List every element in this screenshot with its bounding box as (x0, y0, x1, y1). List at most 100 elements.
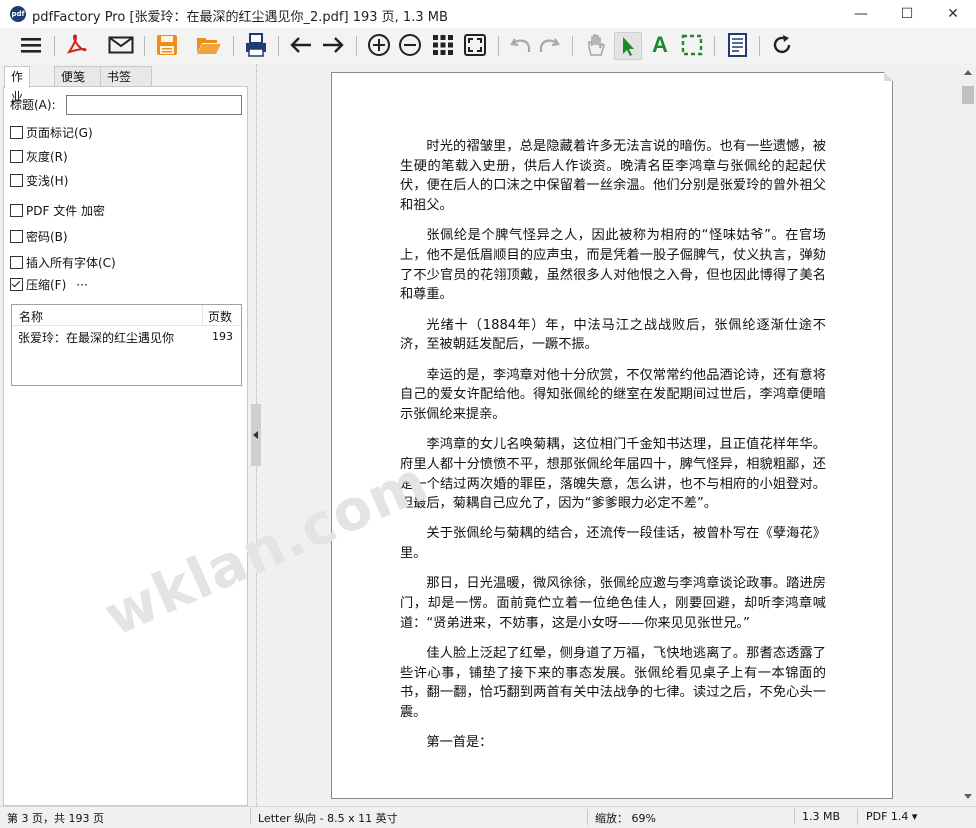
toolbar-separator (498, 36, 499, 56)
forward-arrow-icon[interactable] (320, 32, 346, 58)
option-label: 页面标记(G) (26, 126, 93, 140)
panel-splitter[interactable] (250, 64, 264, 806)
job-list: 名称 页数 张爱玲：在最深的红尘遇见你 193 (11, 304, 242, 386)
option-label: 灰度(R) (26, 150, 68, 164)
column-pages[interactable]: 页数 (208, 308, 232, 325)
option-label: 变浅(H) (26, 174, 69, 188)
undo-icon[interactable] (508, 32, 534, 58)
thumbnails-icon[interactable] (430, 32, 456, 58)
option-label: 插入所有字体(C) (26, 256, 116, 270)
status-separator (587, 809, 588, 825)
scrollbar-thumb[interactable] (962, 86, 974, 104)
print-icon[interactable] (243, 32, 269, 58)
title-bar: pdf pdfFactory Pro [张爱玲：在最深的红尘遇见你_2.pdf]… (0, 0, 976, 28)
zoom-in-icon[interactable] (366, 32, 392, 58)
paragraph: 幸运的是，李鸿章对他十分欣赏，不仅常常约他品酒论诗，还有意将自己的爱女许配给他。… (400, 367, 826, 422)
column-name[interactable]: 名称 (19, 308, 43, 325)
file-size: 1.3 MB (802, 810, 841, 823)
close-button[interactable]: ✕ (930, 0, 976, 28)
paragraph: 第一首是： (426, 735, 493, 751)
document-info-icon[interactable] (725, 32, 751, 58)
option-password[interactable]: 密码(B) (10, 228, 68, 245)
paragraph: 时光的褶皱里，总是隐藏着许多无法言说的暗伤。也有一些遗憾，被生硬的笔载入史册，供… (400, 139, 826, 214)
area-select-icon[interactable] (679, 32, 705, 58)
grayscale-checkbox[interactable] (10, 150, 23, 163)
option-embed-fonts[interactable]: 插入所有字体(C) (10, 254, 116, 271)
page-marks-checkbox[interactable] (10, 126, 23, 139)
back-arrow-icon[interactable] (288, 32, 314, 58)
toolbar-separator (233, 36, 234, 56)
paragraph: 那日，日光温暖，微风徐徐，张佩纶应邀与李鸿章谈论政事。踏进房门，却是一愣。面前竟… (400, 576, 826, 631)
open-folder-icon[interactable] (196, 32, 222, 58)
pdf-icon[interactable] (63, 32, 89, 58)
paragraph: 关于张佩纶与菊耦的结合，还流传一段佳话，被曾朴写在《孽海花》里。 (400, 526, 826, 562)
column-divider[interactable] (202, 305, 203, 325)
save-icon[interactable] (154, 32, 180, 58)
fit-page-icon[interactable] (462, 32, 488, 58)
job-list-header: 名称 页数 (12, 305, 241, 326)
toolbar-separator (54, 36, 55, 56)
zoom-level[interactable]: 缩放： 69% (595, 810, 656, 826)
status-separator (857, 809, 858, 825)
window-title: pdfFactory Pro [张爱玲：在最深的红尘遇见你_2.pdf] 193… (32, 10, 448, 25)
compress-more-button[interactable]: ··· (76, 278, 87, 292)
document-name: 张爱玲：在最深的红尘遇见你 (18, 331, 175, 345)
option-grayscale[interactable]: 灰度(R) (10, 148, 68, 165)
encrypt-checkbox[interactable] (10, 204, 23, 217)
page-text: 时光的褶皱里，总是隐藏着许多无法言说的暗伤。也有一些遗憾，被生硬的笔载入史册，供… (400, 137, 826, 763)
status-bar: 第 3 页，共 193 页 Letter 纵向 - 8.5 x 11 英寸 缩放… (0, 806, 976, 828)
option-label: 密码(B) (26, 230, 68, 244)
minimize-button[interactable]: — (838, 0, 884, 28)
maximize-button[interactable]: ☐ (884, 0, 930, 28)
paper-size[interactable]: Letter 纵向 - 8.5 x 11 英寸 (258, 810, 398, 826)
paragraph: 光绪十（1884年）年，中法马江之战战败后，张佩纶逐渐仕途不济，至被朝廷发配后，… (400, 317, 826, 353)
status-separator (794, 809, 795, 825)
tab-job[interactable]: 作业 (4, 66, 31, 104)
option-compress[interactable]: 压缩(F) ··· (10, 276, 88, 293)
job-panel: 标题(A): 页面标记(G) 灰度(R) 变浅(H) PDF 文件 加密 密码(… (3, 86, 248, 806)
option-encrypt[interactable]: PDF 文件 加密 (10, 202, 105, 219)
paragraph: 张佩纶是个脾气怪异之人，因此被称为相府的“怪味姑爷”。在官场上，他不是低眉顺目的… (400, 228, 826, 303)
toolbar-separator (278, 36, 279, 56)
tab-bookmarks[interactable]: 书签 (100, 66, 152, 87)
paragraph: 佳人脸上泛起了红晕，侧身道了万福，飞快地逃离了。那耆态透露了些许心事，铺垫了接下… (400, 645, 826, 721)
menu-icon[interactable] (18, 32, 44, 58)
vertical-scrollbar[interactable] (960, 64, 976, 806)
option-lighten[interactable]: 变浅(H) (10, 172, 68, 189)
toolbar-separator (356, 36, 357, 56)
pdf-version-dropdown[interactable]: PDF 1.4 ▾ (866, 810, 917, 823)
option-label: PDF 文件 加密 (26, 204, 106, 218)
toolbar: A (0, 28, 976, 65)
text-select-icon[interactable]: A (647, 32, 673, 58)
refresh-icon[interactable] (769, 32, 795, 58)
paragraph: 李鸿章的女儿名唤菊耦，这位相门千金知书达理，且正值花样年华。府里人都十分愤愤不平… (400, 437, 826, 512)
option-page-marks[interactable]: 页面标记(G) (10, 124, 93, 141)
hand-icon[interactable] (583, 32, 609, 58)
redo-icon[interactable] (536, 32, 562, 58)
scroll-down-icon[interactable] (964, 794, 972, 799)
page-fold-corner (884, 72, 893, 81)
pdf-page[interactable]: 时光的褶皱里，总是隐藏着许多无法言说的暗伤。也有一些遗憾，被生硬的笔载入史册，供… (331, 72, 893, 799)
title-input[interactable] (66, 95, 242, 115)
collapse-panel-button[interactable] (251, 404, 261, 466)
job-sidebar: 作业 便笺 书签 标题(A): 页面标记(G) 灰度(R) 变浅(H) PDF … (0, 64, 250, 806)
password-checkbox[interactable] (10, 230, 23, 243)
embed-fonts-checkbox[interactable] (10, 256, 23, 269)
scroll-up-icon[interactable] (964, 70, 972, 75)
document-viewer[interactable]: 时光的褶皱里，总是隐藏着许多无法言说的暗伤。也有一些遗憾，被生硬的笔载入史册，供… (264, 64, 960, 806)
list-item[interactable]: 张爱玲：在最深的红尘遇见你 193 (12, 326, 241, 346)
select-arrow-icon[interactable] (614, 32, 642, 60)
toolbar-separator (759, 36, 760, 56)
toolbar-separator (572, 36, 573, 56)
compress-checkbox[interactable] (10, 278, 23, 291)
option-label: 压缩(F) (26, 278, 67, 292)
status-separator (250, 809, 251, 825)
page-indicator: 第 3 页，共 193 页 (7, 812, 104, 825)
tab-notes[interactable]: 便笺 (54, 66, 106, 87)
zoom-out-icon[interactable] (397, 32, 423, 58)
email-icon[interactable] (108, 32, 134, 58)
lighten-checkbox[interactable] (10, 174, 23, 187)
document-page-count: 193 (212, 330, 233, 343)
toolbar-separator (144, 36, 145, 56)
toolbar-separator (714, 36, 715, 56)
